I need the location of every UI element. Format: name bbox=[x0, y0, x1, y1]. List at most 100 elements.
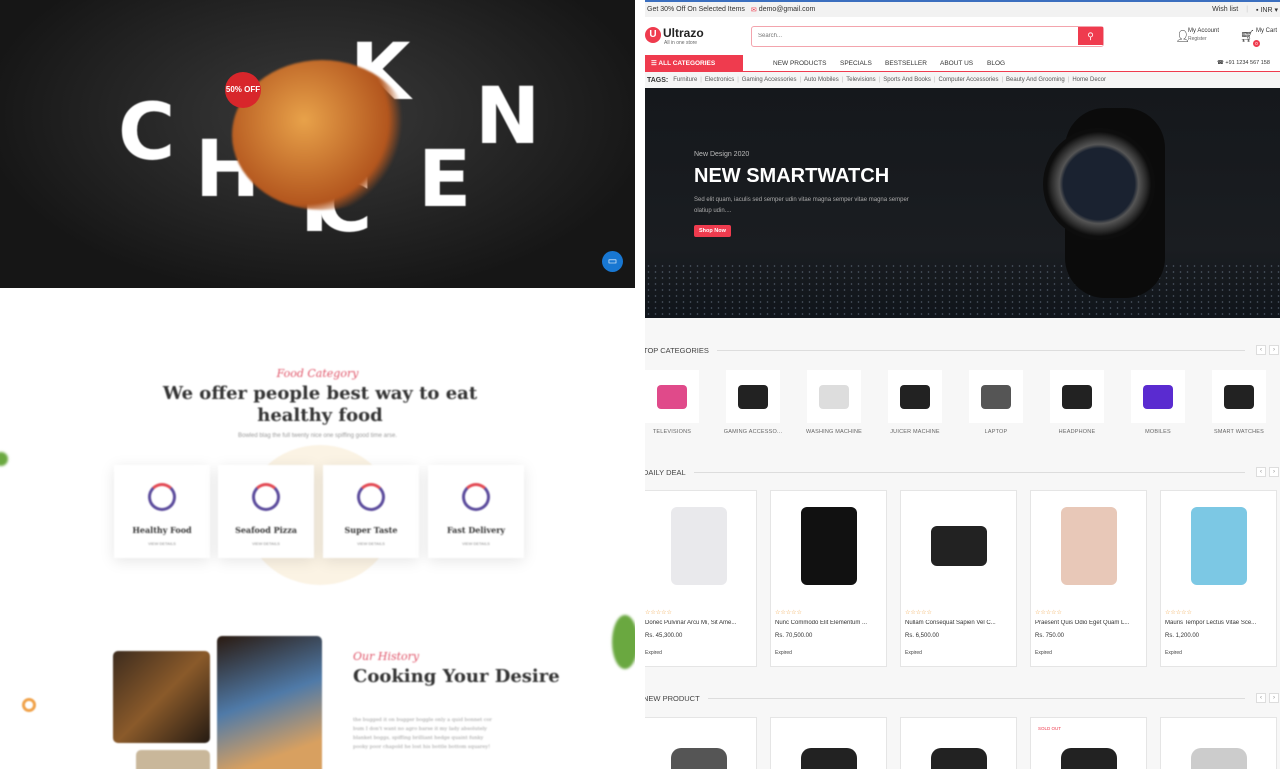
tag-link[interactable]: Computer Accessories bbox=[938, 77, 998, 83]
tag-link[interactable]: Electronics bbox=[705, 77, 734, 83]
prev-arrow-icon[interactable]: ‹ bbox=[1256, 693, 1266, 703]
smartwatch-image bbox=[1043, 128, 1155, 240]
next-arrow-icon[interactable]: › bbox=[1269, 693, 1279, 703]
section-desc: Bowled blag the full twenty nice one spi… bbox=[238, 433, 397, 439]
leaf-decoration bbox=[612, 615, 635, 669]
product-name[interactable]: Nunc Commodo Elit Elementum ... bbox=[771, 620, 881, 626]
product-name[interactable]: Praesent Quis Odio Eget Quam L... bbox=[1031, 620, 1141, 626]
deal-product-card[interactable]: ☆☆☆☆☆ Nunc Commodo Elit Elementum ... Rs. … bbox=[770, 490, 887, 667]
rating-stars: ☆☆☆☆☆ bbox=[645, 610, 672, 616]
food-category-card[interactable]: Seafood Pizza VIEW DETAILS bbox=[218, 465, 314, 558]
deal-product-card[interactable]: ☆☆☆☆☆ Donec Pulvinar Arcu Mi, Sit Ame... R… bbox=[645, 490, 757, 667]
new-product-card[interactable] bbox=[770, 717, 887, 769]
deal-status: Expired bbox=[905, 650, 922, 656]
cart-link[interactable]: My Cart bbox=[1256, 28, 1277, 34]
hero-letter: N bbox=[475, 72, 541, 162]
product-image bbox=[1161, 491, 1276, 601]
food-category-card[interactable]: Fast Delivery VIEW DETAILS bbox=[428, 465, 524, 558]
category-label: JUICER MACHINE bbox=[890, 429, 940, 435]
category-item[interactable]: LAPTOP bbox=[956, 370, 1036, 435]
logo-icon[interactable]: U bbox=[645, 27, 661, 43]
search-input[interactable] bbox=[752, 27, 1072, 45]
category-image bbox=[807, 370, 861, 423]
bowl-icon bbox=[148, 483, 176, 511]
deal-product-card[interactable]: ☆☆☆☆☆ Nullam Consequat Sapien Vel C... Rs.… bbox=[900, 490, 1017, 667]
product-image bbox=[645, 491, 756, 601]
category-item[interactable]: HEADPHONE bbox=[1037, 370, 1117, 435]
product-name[interactable]: Mauris Tempor Lectus Vitae Sce... bbox=[1161, 620, 1271, 626]
view-details-link[interactable]: VIEW DETAILS bbox=[114, 541, 210, 546]
tag-link[interactable]: Beauty And Grooming bbox=[1006, 77, 1065, 83]
wishlist-link[interactable]: Wish list bbox=[1212, 6, 1238, 13]
search-box: ⚲ bbox=[751, 26, 1104, 47]
product-image bbox=[1061, 748, 1117, 769]
headset-icon: ☎ bbox=[1217, 60, 1224, 66]
product-image bbox=[671, 748, 727, 769]
category-item[interactable]: WASHING MACHINE bbox=[794, 370, 874, 435]
tag-link[interactable]: Televisions bbox=[846, 77, 875, 83]
rating-stars: ☆☆☆☆☆ bbox=[905, 610, 932, 616]
new-product-card[interactable]: SOLD OUT bbox=[1030, 717, 1147, 769]
nav-blog[interactable]: BLOG bbox=[987, 60, 1005, 67]
view-details-link[interactable]: VIEW DETAILS bbox=[323, 541, 419, 546]
prev-arrow-icon[interactable]: ‹ bbox=[1256, 345, 1266, 355]
logo-name[interactable]: Ultrazo bbox=[663, 26, 704, 40]
nav-bestseller[interactable]: BESTSELLER bbox=[885, 60, 927, 67]
category-image bbox=[1212, 370, 1266, 423]
new-product-card[interactable] bbox=[900, 717, 1017, 769]
category-item[interactable]: GAMING ACCESSO... bbox=[713, 370, 793, 435]
next-arrow-icon[interactable]: › bbox=[1269, 345, 1279, 355]
view-details-link[interactable]: VIEW DETAILS bbox=[428, 541, 524, 546]
currency-select[interactable]: ▪ INR ▾ bbox=[1256, 6, 1278, 14]
category-item[interactable]: MOBILES bbox=[1118, 370, 1198, 435]
card-title: Fast Delivery bbox=[446, 525, 506, 535]
category-item[interactable]: SMART WATCHES bbox=[1199, 370, 1279, 435]
discount-badge: 50% OFF bbox=[225, 72, 261, 108]
banner-title: NEW SMARTWATCH bbox=[694, 165, 890, 187]
shop-now-button[interactable]: Shop Now bbox=[694, 225, 731, 237]
product-name[interactable]: Donec Pulvinar Arcu Mi, Sit Ame... bbox=[645, 620, 751, 626]
prev-arrow-icon[interactable]: ‹ bbox=[1256, 467, 1266, 477]
tag-link[interactable]: Sports And Books bbox=[883, 77, 931, 83]
main-nav: ☰ ALL CATEGORIES NEW PRODUCTS SPECIALS B… bbox=[645, 55, 1280, 72]
food-category-card[interactable]: Healthy Food VIEW DETAILS bbox=[114, 465, 210, 558]
tag-link[interactable]: Auto Mobiles bbox=[804, 77, 839, 83]
rating-stars: ☆☆☆☆☆ bbox=[775, 610, 802, 616]
view-details-link[interactable]: VIEW DETAILS bbox=[218, 541, 314, 546]
deal-product-card[interactable]: ☆☆☆☆☆ Mauris Tempor Lectus Vitae Sce... Rs… bbox=[1160, 490, 1277, 667]
category-image bbox=[888, 370, 942, 423]
product-price: Rs. 1,200.00 bbox=[1165, 633, 1200, 639]
category-item[interactable]: TELEVISIONS bbox=[645, 370, 712, 435]
product-price: Rs. 6,500.00 bbox=[905, 633, 940, 639]
nav-about-us[interactable]: ABOUT US bbox=[940, 60, 973, 67]
hero-slider[interactable]: New Design 2020 NEW SMARTWATCH Sed elit … bbox=[645, 88, 1280, 318]
tag-link[interactable]: Furniture bbox=[673, 77, 697, 83]
rating-stars: ☆☆☆☆☆ bbox=[1035, 610, 1062, 616]
banner-desc: Sed elit quam, iaculis sed semper udin v… bbox=[694, 197, 909, 214]
sold-out-badge: SOLD OUT bbox=[1038, 726, 1062, 731]
food-category-card[interactable]: Super Taste VIEW DETAILS bbox=[323, 465, 419, 558]
tag-link[interactable]: Gaming Accessories bbox=[742, 77, 797, 83]
account-link[interactable]: My Account Register bbox=[1188, 28, 1219, 42]
product-name[interactable]: Nullam Consequat Sapien Vel C... bbox=[901, 620, 1011, 626]
nav-new-products[interactable]: NEW PRODUCTS bbox=[773, 60, 826, 67]
product-price: Rs. 45,300.00 bbox=[645, 633, 683, 639]
next-arrow-icon[interactable]: › bbox=[1269, 467, 1279, 477]
deal-status: Expired bbox=[775, 650, 792, 656]
product-image bbox=[901, 491, 1016, 601]
chat-icon[interactable]: ▭ bbox=[602, 251, 623, 272]
deal-product-card[interactable]: ☆☆☆☆☆ Praesent Quis Odio Eget Quam L... Rs… bbox=[1030, 490, 1147, 667]
search-button[interactable]: ⚲ bbox=[1078, 27, 1103, 45]
food-site-panel: C H I C K E N 50% OFF ▭ Food Category We… bbox=[0, 0, 635, 769]
category-label: TELEVISIONS bbox=[652, 429, 692, 435]
new-product-card[interactable] bbox=[1160, 717, 1277, 769]
nav-specials[interactable]: SPECIALS bbox=[840, 60, 872, 67]
category-item[interactable]: JUICER MACHINE bbox=[875, 370, 955, 435]
tag-link[interactable]: Home Decor bbox=[1072, 77, 1106, 83]
new-product-card[interactable] bbox=[645, 717, 757, 769]
all-categories-button[interactable]: ☰ ALL CATEGORIES bbox=[645, 55, 743, 72]
section-kicker: Food Category bbox=[276, 367, 359, 380]
deal-status: Expired bbox=[1035, 650, 1052, 656]
category-label: SMART WATCHES bbox=[1213, 429, 1265, 435]
product-image bbox=[771, 491, 886, 601]
